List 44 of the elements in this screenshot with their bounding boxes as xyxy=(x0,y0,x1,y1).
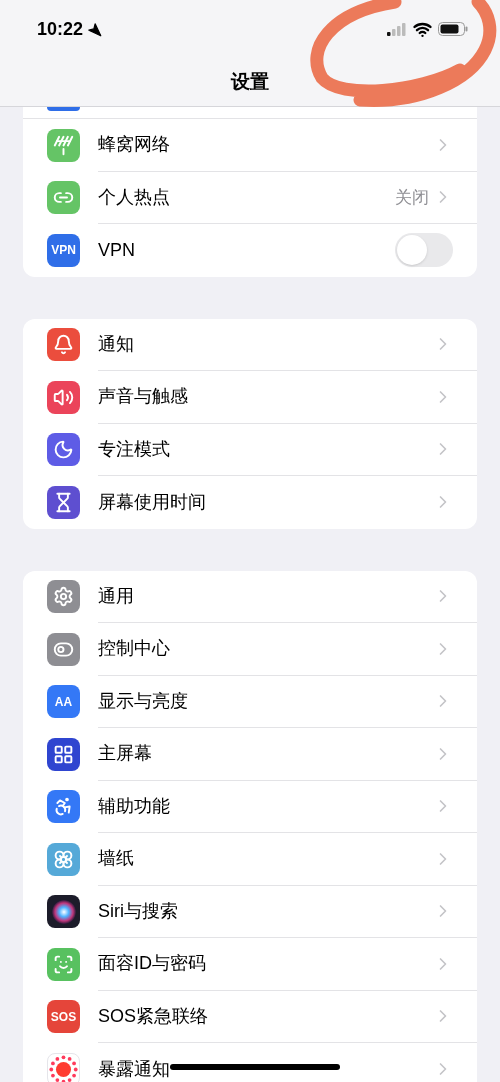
settings-row[interactable]: AA 显示与亮度 xyxy=(23,675,477,728)
settings-row[interactable]: 墙纸 xyxy=(23,833,477,886)
row-label: 显示与亮度 xyxy=(98,689,188,713)
settings-row[interactable]: 通用 xyxy=(23,570,477,623)
row-label: 主屏幕 xyxy=(98,742,152,766)
settings-row[interactable]: 通知 xyxy=(23,318,477,371)
toggle-switch[interactable] xyxy=(395,233,453,268)
row-label: 声音与触感 xyxy=(98,385,188,409)
row-label: VPN xyxy=(98,238,135,262)
settings-row[interactable]: 蜂窝网络 xyxy=(23,119,477,172)
text-size-icon: AA xyxy=(47,685,80,719)
row-label: Siri与搜索 xyxy=(98,899,178,923)
row-label: 面容ID与密码 xyxy=(98,952,206,976)
settings-row[interactable]: 声音与触感 xyxy=(23,371,477,424)
status-time: 10:22 xyxy=(37,17,84,41)
settings-row[interactable]: 控制中心 xyxy=(23,623,477,676)
row-label: SOS紧急联络 xyxy=(98,1004,208,1028)
row-label: 控制中心 xyxy=(98,637,170,661)
row-label: 墙纸 xyxy=(98,847,134,871)
battery-icon xyxy=(438,22,468,36)
location-icon xyxy=(87,21,103,37)
settings-row[interactable]: 主屏幕 xyxy=(23,728,477,781)
row-label: 通用 xyxy=(98,584,134,608)
row-value: 关闭 xyxy=(395,186,429,209)
row-label: 个人热点 xyxy=(98,185,170,209)
row-label: 通知 xyxy=(98,332,134,356)
settings-row[interactable]: SOS SOS紧急联络 xyxy=(23,990,477,1043)
settings-row[interactable]: 辅助功能 xyxy=(23,780,477,833)
row-label: 专注模式 xyxy=(98,437,170,461)
settings-row[interactable]: 面容ID与密码 xyxy=(23,938,477,991)
settings-row[interactable]: VPN VPN xyxy=(23,224,477,277)
settings-row[interactable]: 个人热点 关闭 xyxy=(23,171,477,224)
page-title: 设置 xyxy=(231,69,269,94)
settings-row[interactable]: 屏幕使用时间 xyxy=(23,476,477,529)
settings-row[interactable]: Siri与搜索 xyxy=(23,885,477,938)
signal-icon xyxy=(387,22,407,36)
sos-icon: SOS xyxy=(47,1000,80,1034)
vpn-icon: VPN xyxy=(47,233,80,267)
cut-off-icon xyxy=(47,107,80,111)
settings-row[interactable]: 专注模式 xyxy=(23,423,477,476)
row-label: 辅助功能 xyxy=(98,794,170,818)
row-label: 屏幕使用时间 xyxy=(98,490,206,514)
row-label: 暴露通知 xyxy=(98,1057,170,1081)
row-label: 蜂窝网络 xyxy=(98,133,170,157)
